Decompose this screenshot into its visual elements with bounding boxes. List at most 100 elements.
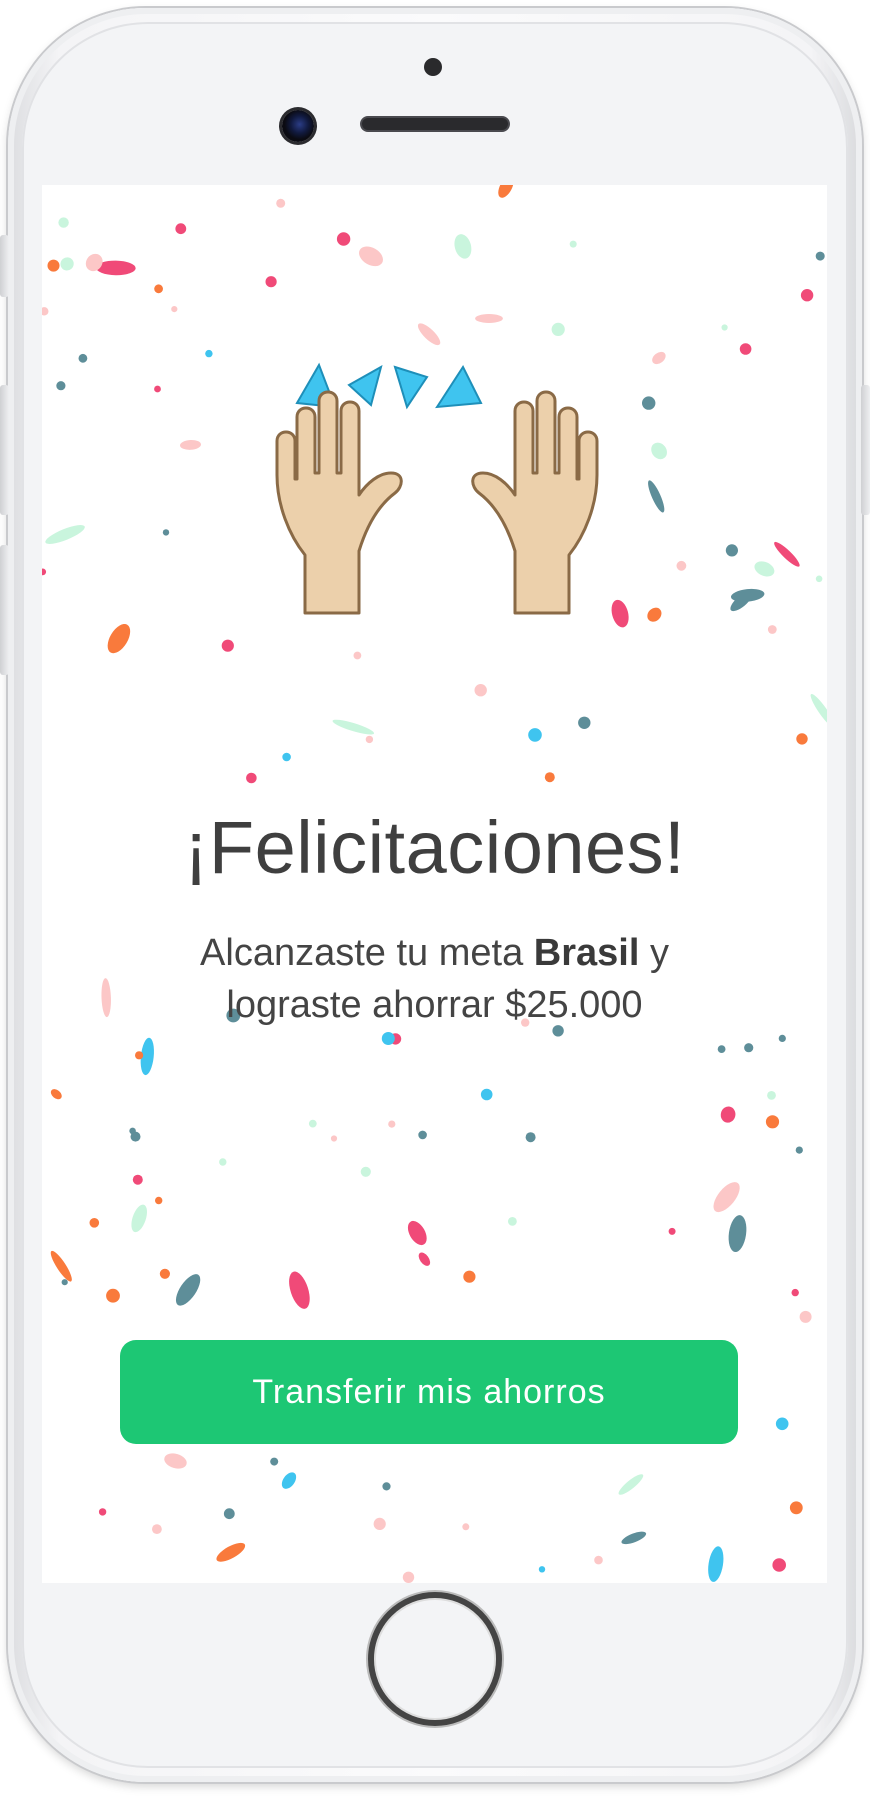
- confetti-piece: [50, 1250, 72, 1282]
- confetti-dot: [508, 1217, 517, 1226]
- confetti-dot: [381, 1032, 395, 1045]
- confetti-dot: [219, 1158, 227, 1166]
- volume-down-button: [0, 545, 9, 675]
- confetti-dot: [815, 575, 823, 583]
- confetti-piece: [647, 607, 662, 622]
- message-line-2: lograste ahorrar $25.000: [226, 984, 643, 1026]
- confetti-dot: [330, 1135, 338, 1142]
- confetti-dot: [528, 728, 542, 742]
- confetti-piece: [618, 1474, 644, 1495]
- confetti-dot: [676, 560, 687, 571]
- confetti-piece: [45, 525, 85, 544]
- confetti-dot: [725, 544, 739, 557]
- confetti-dot: [98, 1508, 107, 1516]
- raised-hands-emoji-icon: [275, 362, 599, 615]
- confetti-dot: [130, 1131, 141, 1142]
- confetti-dot: [739, 343, 752, 355]
- confetti-piece: [713, 1182, 740, 1213]
- confetti-dot: [538, 1566, 546, 1573]
- confetti-dot: [42, 568, 47, 576]
- front-camera-icon: [282, 110, 314, 142]
- confetti-piece: [774, 541, 800, 567]
- confetti-piece: [652, 351, 666, 365]
- confetti-dot: [778, 1034, 786, 1042]
- confetti-dot: [223, 1508, 235, 1520]
- confetti-dot: [594, 1555, 603, 1565]
- confetti-dot: [799, 1310, 812, 1323]
- confetti-dot: [175, 223, 187, 235]
- confetti-piece: [754, 561, 775, 577]
- confetti-piece: [475, 314, 503, 323]
- confetti-dot: [270, 1457, 279, 1466]
- transfer-savings-button[interactable]: Transferir mis ahorros: [120, 1340, 738, 1444]
- confetti-dot: [717, 1045, 726, 1053]
- confetti-piece: [498, 185, 514, 198]
- confetti-piece: [175, 1274, 201, 1306]
- confetti-dot: [744, 1043, 754, 1053]
- confetti-dot: [42, 307, 49, 316]
- confetti-dot: [89, 1218, 100, 1228]
- goal-name: Brasil: [533, 932, 640, 974]
- confetti-piece: [651, 442, 667, 460]
- confetti-piece: [50, 1089, 62, 1100]
- confetti-dot: [135, 1051, 144, 1060]
- confetti-dot: [402, 1571, 415, 1583]
- confetti-dot: [308, 1119, 317, 1128]
- confetti-dot: [132, 1174, 143, 1185]
- confetti-dot: [246, 772, 257, 784]
- confetti-dot: [78, 353, 88, 363]
- confetti-dot: [159, 1268, 170, 1279]
- confetti-dot: [525, 1132, 536, 1143]
- power-button: [861, 385, 870, 515]
- app-screen: ¡Felicitaciones! Alcanzaste tu meta Bras…: [42, 185, 827, 1583]
- confetti-piece: [164, 1453, 187, 1469]
- confetti-piece: [289, 1271, 310, 1309]
- confetti-dot: [365, 735, 374, 744]
- mute-switch: [0, 235, 9, 297]
- confetti-piece: [131, 1204, 148, 1233]
- confetti-dot: [162, 529, 170, 536]
- confetti-dot: [721, 324, 728, 331]
- confetti-dot: [463, 1270, 476, 1283]
- confetti-dot: [154, 385, 161, 393]
- confetti-piece: [407, 1220, 427, 1246]
- volume-up-button: [0, 385, 9, 515]
- confetti-piece: [454, 234, 472, 259]
- confetti-dot: [789, 1501, 803, 1515]
- confetti-dot: [56, 381, 66, 391]
- home-button[interactable]: [368, 1592, 502, 1726]
- confetti-dot: [382, 1482, 391, 1491]
- page-title: ¡Felicitaciones!: [183, 806, 686, 889]
- confetti-piece: [216, 1542, 246, 1562]
- confetti-dot: [775, 1417, 789, 1431]
- confetti-dot: [61, 1279, 68, 1286]
- confetti-dot: [795, 1146, 803, 1154]
- confetti-dot: [282, 752, 291, 762]
- confetti-dot: [578, 716, 591, 729]
- confetti-piece: [281, 1472, 297, 1489]
- confetti-dot: [152, 1524, 162, 1534]
- message-suffix: y: [639, 932, 669, 974]
- confetti-dot: [815, 251, 825, 261]
- confetti-piece: [611, 599, 629, 628]
- confetti-dot: [360, 1166, 371, 1177]
- confetti-piece: [708, 1546, 724, 1582]
- goal-achieved-message: Alcanzaste tu meta Brasil y lograste aho…: [42, 927, 827, 1031]
- confetti-piece: [60, 257, 74, 271]
- confetti-piece: [720, 1106, 736, 1123]
- message-prefix: Alcanzaste tu meta: [200, 932, 534, 974]
- confetti-dot: [765, 1115, 780, 1129]
- confetti-dot: [569, 240, 577, 248]
- confetti-dot: [106, 1288, 120, 1303]
- confetti-dot: [480, 1088, 493, 1101]
- confetti-piece: [728, 1215, 747, 1253]
- confetti-dot: [462, 1523, 470, 1531]
- confetti-dot: [642, 396, 656, 410]
- confetti-piece: [648, 480, 665, 513]
- confetti-dot: [388, 1120, 396, 1128]
- confetti-dot: [276, 198, 286, 208]
- confetti-dot: [373, 1517, 386, 1530]
- confetti-dot: [800, 289, 814, 302]
- confetti-dot: [221, 639, 234, 652]
- confetti-dot: [544, 772, 555, 783]
